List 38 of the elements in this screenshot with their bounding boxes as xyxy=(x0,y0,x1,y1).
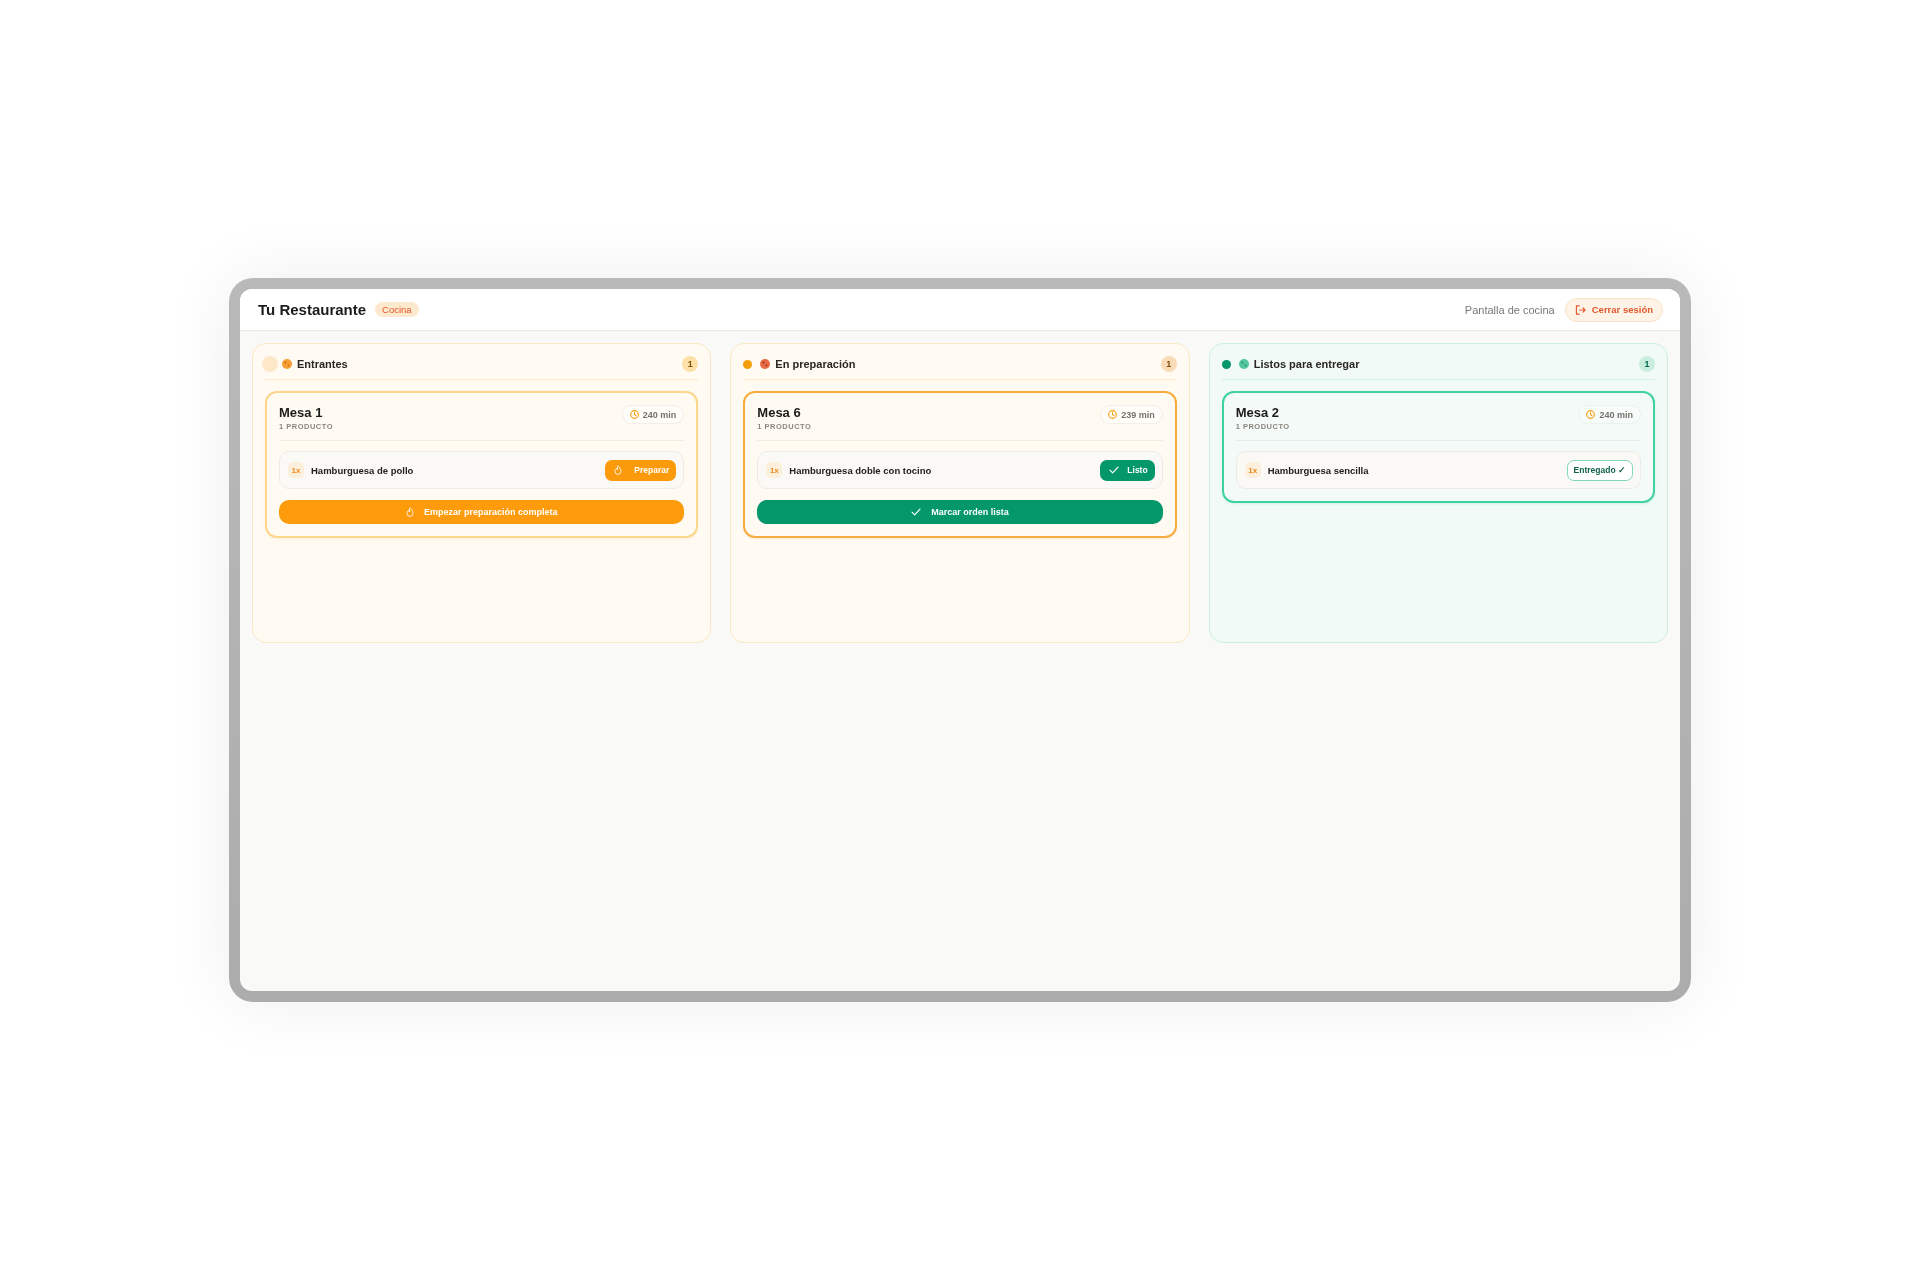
mark-ready-button[interactable]: Marcar orden lista xyxy=(757,500,1163,524)
count-badge: 1 xyxy=(1160,356,1177,372)
status-emoji-icon xyxy=(1238,359,1249,369)
logout-icon xyxy=(1574,304,1586,315)
quantity-badge: 1x xyxy=(1244,462,1261,478)
column-title: Listos para entregar xyxy=(1253,358,1360,370)
timer-text: 240 min xyxy=(642,409,677,420)
table-title: Mesa 1 xyxy=(279,404,324,422)
column-title: Entrantes xyxy=(297,358,348,370)
flame-icon xyxy=(405,507,414,517)
check-icon xyxy=(1109,466,1120,474)
status-emoji-icon xyxy=(760,359,771,369)
app-title: Tu Restaurante xyxy=(258,301,367,318)
clock-icon xyxy=(629,410,639,419)
clock-icon xyxy=(1586,410,1596,419)
count-badge: 1 xyxy=(682,356,699,372)
logout-button[interactable]: Cerrar sesión xyxy=(1564,297,1663,322)
table-title: Mesa 6 xyxy=(757,404,802,422)
status-emoji-icon xyxy=(282,359,292,369)
item-name: Hamburguesa doble con tocino xyxy=(789,464,932,476)
role-tag: Cocina xyxy=(375,302,419,317)
quantity-badge: 1x xyxy=(288,462,304,478)
timer-text: 240 min xyxy=(1599,409,1633,420)
clock-icon xyxy=(1108,410,1118,419)
prepare-button[interactable]: Preparar xyxy=(605,459,677,481)
check-icon xyxy=(911,508,922,516)
item-name: Hamburguesa sencilla xyxy=(1267,464,1369,476)
table-title: Mesa 2 xyxy=(1235,404,1281,422)
count-badge: 1 xyxy=(1639,356,1655,372)
screen-label: Pantalla de cocina xyxy=(1464,303,1555,316)
quantity-badge: 1x xyxy=(766,462,783,478)
flame-icon xyxy=(614,465,623,475)
ready-button[interactable]: Listo xyxy=(1100,459,1155,481)
item-name: Hamburguesa de pollo xyxy=(311,464,414,476)
start-preparation-button[interactable]: Empezar preparación completa xyxy=(279,500,685,524)
delivered-button[interactable]: Entregado ✓ xyxy=(1566,459,1633,481)
timer-text: 239 min xyxy=(1121,409,1155,420)
column-title: En preparación xyxy=(775,358,856,370)
